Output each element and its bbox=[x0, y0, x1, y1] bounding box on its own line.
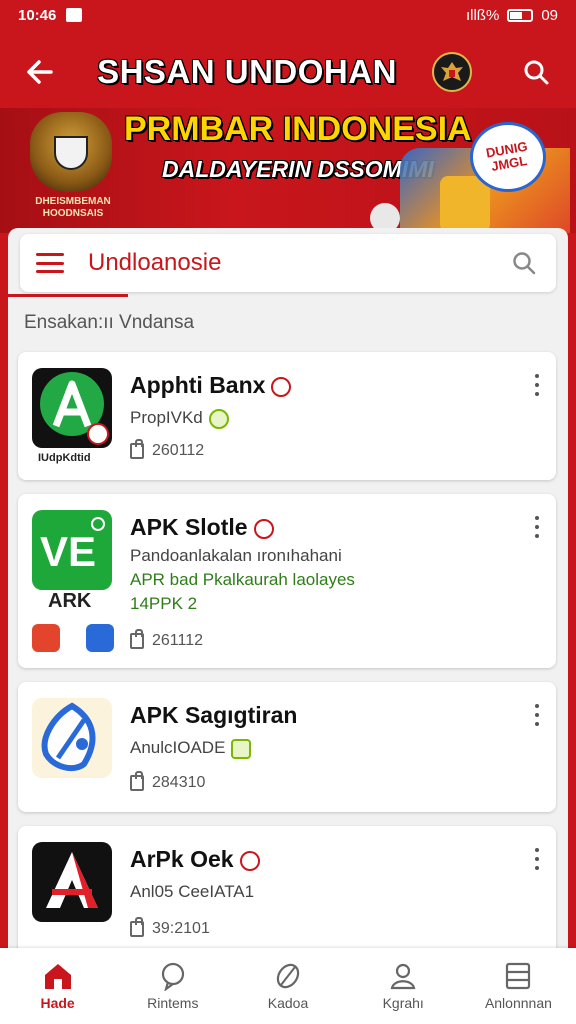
nav-label: Rintems bbox=[147, 995, 199, 1011]
banner-illustration-figure bbox=[440, 176, 490, 232]
search-icon bbox=[513, 252, 536, 275]
emblem-icon bbox=[432, 52, 472, 92]
banner-headline: PRMBAR INDONESIA bbox=[124, 110, 472, 148]
active-tab-indicator bbox=[8, 294, 128, 297]
back-button[interactable] bbox=[18, 50, 62, 94]
app-name: APK Sagıgtiran bbox=[130, 702, 298, 728]
app-meta: 284310 bbox=[130, 771, 205, 792]
app-icon: VE bbox=[32, 510, 112, 590]
check-badge-icon bbox=[208, 408, 229, 429]
home-icon bbox=[44, 964, 71, 989]
more-options-button[interactable] bbox=[532, 516, 542, 538]
search-input[interactable]: Undloanosie bbox=[88, 249, 508, 277]
chat-bubble-icon bbox=[161, 962, 184, 991]
bottom-navigation: Hade Rintems Kadoa Kgrahı Anlonnnan bbox=[0, 948, 576, 1024]
app-name: ArPk Oek bbox=[130, 846, 260, 873]
emblem-caption: DHEISMBEMAN HOODNSAIS bbox=[35, 196, 111, 219]
nav-kadoa[interactable]: Kadoa bbox=[230, 948, 345, 1024]
badge-icon bbox=[271, 376, 292, 397]
lock-icon bbox=[130, 629, 144, 649]
list-item[interactable]: IUdpKdtid Apphti Banx PropIVKd 260112 bbox=[18, 352, 556, 480]
page-title: SHSAN UNDOHAN bbox=[97, 53, 397, 90]
more-options-button[interactable] bbox=[532, 374, 542, 396]
lock-icon bbox=[130, 771, 144, 791]
nav-label: Kgrahı bbox=[382, 995, 424, 1011]
search-bar[interactable]: Undloanosie bbox=[20, 234, 556, 292]
app-version: 14PPK 2 bbox=[130, 594, 198, 613]
app-icon bbox=[32, 698, 112, 778]
battery-text: 09 bbox=[541, 6, 558, 24]
app-icon-label: ARK bbox=[48, 590, 92, 612]
list-item[interactable]: APK Sagıgtiran AnulcIOADE 284310 bbox=[18, 682, 556, 812]
lock-icon bbox=[130, 439, 144, 459]
back-arrow-icon bbox=[27, 60, 53, 84]
banner-subline: DALDAYERIN DSSOMIMI bbox=[162, 156, 434, 182]
check-badge-icon bbox=[231, 738, 252, 759]
app-desc: Anl05 CeeIATA1 bbox=[130, 882, 255, 901]
app-header: SHSAN UNDOHAN bbox=[0, 36, 576, 108]
nav-menu[interactable]: Anlonnnan bbox=[461, 948, 576, 1024]
banner-badge: DUNIG JMGL bbox=[470, 122, 546, 192]
status-right: ıllß% 09 bbox=[466, 7, 558, 24]
lock-icon bbox=[130, 917, 144, 937]
app-icon bbox=[32, 368, 112, 448]
badge-icon bbox=[239, 850, 260, 871]
nav-label: Anlonnnan bbox=[484, 995, 552, 1011]
app-icon-label: IUdpKdtid bbox=[38, 452, 91, 464]
app-list-card: Undloanosie Ensakan:ıı Vndansa IUdpKdtid… bbox=[8, 228, 568, 958]
nav-label: Hade bbox=[40, 995, 75, 1011]
nav-items[interactable]: Rintems bbox=[115, 948, 230, 1024]
app-meta: 39:2101 bbox=[130, 917, 210, 938]
app-meta: 261112 bbox=[130, 629, 203, 650]
profile-icon bbox=[390, 963, 416, 990]
app-name: Apphti Banx bbox=[130, 372, 292, 399]
more-options-button[interactable] bbox=[532, 848, 542, 870]
badge-icon bbox=[253, 518, 274, 539]
app-meta: 260112 bbox=[130, 439, 204, 460]
nav-home[interactable]: Hade bbox=[0, 948, 115, 1024]
app-icon bbox=[32, 842, 112, 922]
leaf-icon bbox=[276, 963, 300, 989]
app-name: APK Slotle bbox=[130, 514, 274, 541]
app-desc: Pandoanlakalan ıronıhahani bbox=[130, 546, 342, 565]
battery-icon bbox=[507, 8, 534, 22]
status-bar: 10:46 ıllß% 09 bbox=[0, 0, 576, 30]
list-item[interactable]: ArPk Oek Anl05 CeeIATA1 39:2101 bbox=[18, 826, 556, 958]
emblem-shield bbox=[54, 136, 88, 170]
search-button[interactable] bbox=[508, 247, 540, 279]
menu-icon[interactable] bbox=[36, 251, 64, 275]
app-desc: PropIVKd bbox=[130, 408, 229, 429]
more-options-button[interactable] bbox=[532, 704, 542, 726]
section-label: Ensakan:ıı Vndansa bbox=[24, 312, 195, 333]
app-desc: AnulcIOADE bbox=[130, 738, 252, 759]
nav-label: Kadoa bbox=[267, 995, 309, 1011]
app-desc-secondary: APR bad Pkalkaurah laolayes bbox=[130, 570, 355, 589]
promo-banner[interactable]: DHEISMBEMAN HOODNSAIS PRMBAR INDONESIA D… bbox=[0, 108, 576, 233]
nav-profile[interactable]: Kgrahı bbox=[346, 948, 461, 1024]
store-icon bbox=[32, 624, 60, 652]
header-search-button[interactable] bbox=[514, 50, 558, 94]
notification-icon bbox=[66, 8, 83, 22]
list-item[interactable]: VE ARK APK Slotle Pandoanlakalan ıronıha… bbox=[18, 494, 556, 668]
banner-badge-text: DUNIG JMGL bbox=[484, 138, 529, 174]
signal-text: ıllß% bbox=[465, 6, 500, 24]
list-icon bbox=[506, 962, 531, 990]
svg-text:VE: VE bbox=[40, 528, 96, 575]
appstore-icon bbox=[86, 624, 114, 652]
status-time: 10:46 bbox=[18, 6, 57, 24]
search-icon bbox=[524, 60, 549, 85]
